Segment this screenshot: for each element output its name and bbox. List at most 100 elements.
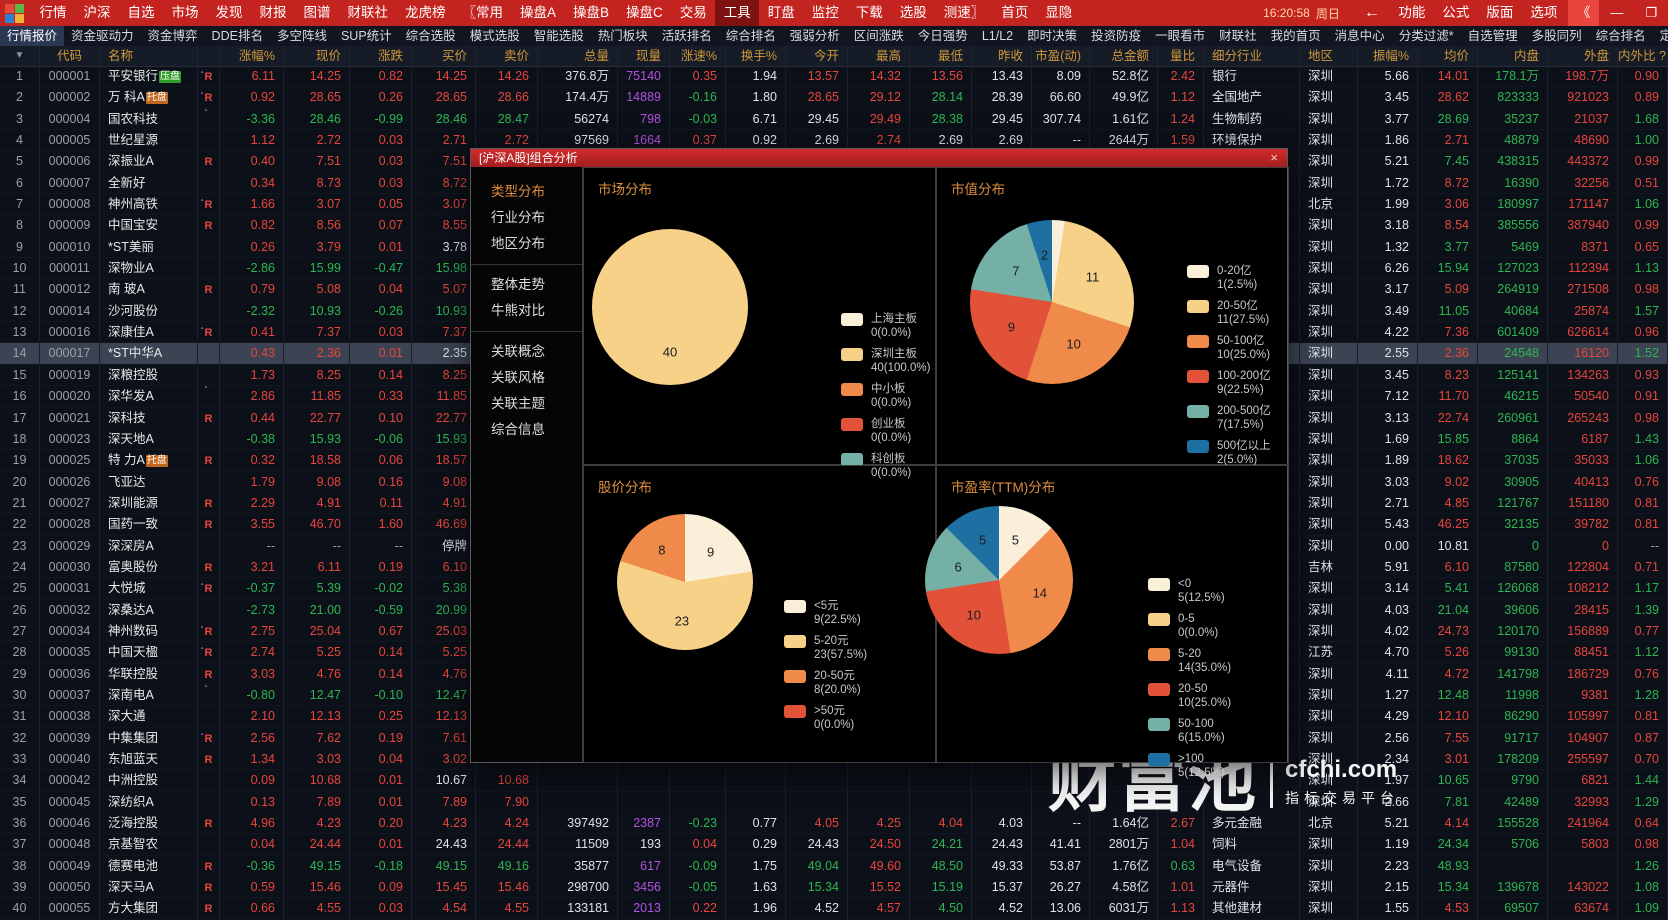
table-row[interactable]: 1 000001 平安银行 压盘 R · 6.11 14.25 0.82 14.25 14.26 37…: [0, 66, 1668, 88]
close-icon[interactable]: ×: [1261, 149, 1287, 167]
table-row[interactable]: 34 000042 中洲控股 0.09 10.68 0.01 10.67 10.68 深圳 1.9…: [0, 770, 1668, 792]
toolbar-item-资金博弈[interactable]: 资金博弈: [141, 26, 205, 46]
menu-item-工具[interactable]: 工具: [715, 0, 760, 26]
menu-item-〖常用[interactable]: 〖常用: [454, 0, 512, 26]
column-header[interactable]: 最低: [910, 46, 972, 66]
column-header[interactable]: 最高: [848, 46, 910, 66]
toolbar-item-活跃排名[interactable]: 活跃排名: [655, 26, 719, 46]
column-header[interactable]: 现价: [284, 46, 350, 66]
toolbar-item-行情报价[interactable]: 行情报价: [0, 26, 65, 46]
menu-item-财报[interactable]: 财报: [251, 0, 295, 26]
menu-item-市场[interactable]: 市场: [163, 0, 207, 26]
column-header[interactable]: 涨幅%: [220, 46, 284, 66]
toolbar-item-即时决策[interactable]: 即时决策: [1020, 26, 1084, 46]
menu-item-发现[interactable]: 发现: [207, 0, 251, 26]
menu-item-公式[interactable]: 公式: [1434, 0, 1478, 26]
column-header[interactable]: 名称: [100, 46, 198, 66]
modal-nav-地区分布[interactable]: 地区分布: [471, 231, 582, 257]
table-row[interactable]: 38 000049 德赛电池 R -0.36 49.15 -0.18 49.15 49.16 35…: [0, 855, 1668, 878]
menu-item-首页[interactable]: 首页: [993, 0, 1037, 26]
column-header[interactable]: 地区: [1300, 46, 1358, 66]
column-header[interactable]: 代码: [40, 46, 100, 66]
menu-item-测速〗[interactable]: 测速〗: [935, 0, 993, 26]
table-row[interactable]: 35 000045 深纺织A 0.13 7.89 0.01 7.89 7.90 深圳 2.66 7.…: [0, 791, 1668, 814]
toolbar-item-智能选股[interactable]: 智能选股: [527, 26, 591, 46]
menu-item-选项[interactable]: 选项: [1522, 0, 1566, 26]
column-header[interactable]: 内外比 ?: [1618, 46, 1668, 66]
dialog-title-bar[interactable]: [沪深A股]组合分析 ×: [471, 149, 1287, 167]
toolbar-item-强弱分析[interactable]: 强弱分析: [783, 26, 847, 46]
menu-item-操盘A[interactable]: 操盘A: [512, 0, 565, 26]
column-header[interactable]: 总金额: [1090, 46, 1158, 66]
toolbar-item-财联社[interactable]: 财联社: [1212, 26, 1264, 46]
toolbar-item-SUP统计[interactable]: SUP统计: [334, 26, 399, 46]
modal-nav-关联主题[interactable]: 关联主题: [471, 391, 582, 417]
column-header[interactable]: 细分行业: [1204, 46, 1300, 66]
minimize-icon[interactable]: —: [1599, 5, 1634, 21]
menu-item-操盘B[interactable]: 操盘B: [565, 0, 618, 26]
column-header[interactable]: [198, 46, 220, 66]
column-header[interactable]: 总量: [538, 46, 618, 66]
column-header[interactable]: 买价: [412, 46, 476, 66]
column-header[interactable]: 卖价: [476, 46, 538, 66]
modal-nav-整体走势[interactable]: 整体走势: [471, 272, 582, 298]
toolbar-item-自选管理[interactable]: 自选管理: [1461, 26, 1525, 46]
menu-item-选股[interactable]: 选股: [891, 0, 935, 26]
column-header[interactable]: 量比: [1158, 46, 1204, 66]
menu-item-沪深[interactable]: 沪深: [75, 0, 119, 26]
column-header[interactable]: 今开: [786, 46, 848, 66]
menu-item-行情[interactable]: 行情: [31, 0, 75, 26]
menu-item-下载[interactable]: 下载: [847, 0, 891, 26]
collapse-button[interactable]: 《: [1567, 0, 1600, 26]
toolbar-item-模式选股[interactable]: 模式选股: [463, 26, 527, 46]
table-row[interactable]: 36 000046 泛海控股 R 4.96 4.23 0.20 4.23 4.24 397492 2…: [0, 813, 1668, 835]
menu-item-盯盘[interactable]: 盯盘: [759, 0, 803, 26]
menu-item-交易[interactable]: 交易: [671, 0, 715, 26]
column-header[interactable]: ▼: [0, 46, 40, 66]
modal-nav-关联概念[interactable]: 关联概念: [471, 339, 582, 365]
toolbar-item-我的首页[interactable]: 我的首页: [1264, 26, 1328, 46]
column-header[interactable]: 换手%: [726, 46, 786, 66]
toolbar-item-定制版面[interactable]: 定制版面: [1653, 26, 1668, 46]
modal-nav-关联风格[interactable]: 关联风格: [471, 365, 582, 391]
toolbar-item-一眼看市[interactable]: 一眼看市: [1148, 26, 1212, 46]
toolbar-item-消息中心[interactable]: 消息中心: [1328, 26, 1392, 46]
toolbar-item-热门板块[interactable]: 热门板块: [591, 26, 655, 46]
menu-item-龙虎榜[interactable]: 龙虎榜: [397, 0, 455, 26]
column-header[interactable]: 内盘: [1478, 46, 1548, 66]
column-header[interactable]: 外盘: [1548, 46, 1618, 66]
toolbar-item-今日强势[interactable]: 今日强势: [911, 26, 975, 46]
modal-nav-牛熊对比[interactable]: 牛熊对比: [471, 298, 582, 324]
toolbar-item-资金驱动力[interactable]: 资金驱动力: [64, 26, 141, 46]
toolbar-item-DDE排名[interactable]: DDE排名: [205, 26, 270, 46]
toolbar-item-多空阵线[interactable]: 多空阵线: [270, 26, 334, 46]
column-header[interactable]: 振幅%: [1358, 46, 1418, 66]
column-header[interactable]: 昨收: [972, 46, 1032, 66]
table-row[interactable]: 2 000002 万 科A 托盘 R · 0.92 28.65 0.26 28.65 28.66 17…: [0, 87, 1668, 109]
menu-item-功能[interactable]: 功能: [1390, 0, 1434, 26]
modal-nav-综合信息[interactable]: 综合信息: [471, 417, 582, 443]
table-row[interactable]: 3 000004 国农科技 · -3.36 28.46 -0.99 28.46 28.47 562…: [0, 108, 1668, 131]
column-header[interactable]: 涨速%: [670, 46, 726, 66]
toolbar-item-综合排名[interactable]: 综合排名: [719, 26, 783, 46]
table-row[interactable]: 39 000050 深天马A R 0.59 15.46 0.09 15.45 15.46 2987…: [0, 877, 1668, 899]
toolbar-item-分类过滤*[interactable]: 分类过滤*: [1392, 26, 1461, 46]
table-row[interactable]: 40 000055 方大集团 R 0.66 4.55 0.03 4.54 4.55 133181 2…: [0, 898, 1668, 920]
toolbar-item-综合选股[interactable]: 综合选股: [399, 26, 463, 46]
menu-item-操盘C[interactable]: 操盘C: [618, 0, 672, 26]
menu-item-图谱[interactable]: 图谱: [295, 0, 339, 26]
column-header[interactable]: 市盈(动): [1032, 46, 1090, 66]
toolbar-item-综合排名[interactable]: 综合排名: [1589, 26, 1653, 46]
modal-nav-类型分布[interactable]: 类型分布: [471, 179, 582, 205]
menu-item-财联社[interactable]: 财联社: [339, 0, 397, 26]
column-header[interactable]: 涨跌: [350, 46, 412, 66]
toolbar-item-L1/L2[interactable]: L1/L2: [975, 26, 1020, 46]
modal-nav-行业分布[interactable]: 行业分布: [471, 205, 582, 231]
column-header[interactable]: 均价: [1418, 46, 1478, 66]
toolbar-item-多股同列[interactable]: 多股同列: [1525, 26, 1589, 46]
menu-item-版面[interactable]: 版面: [1478, 0, 1522, 26]
menu-item-自选[interactable]: 自选: [119, 0, 163, 26]
toolbar-item-投资防疫[interactable]: 投资防疫: [1084, 26, 1148, 46]
back-arrow-icon[interactable]: ←: [1354, 4, 1390, 22]
restore-icon[interactable]: ❐: [1634, 5, 1668, 21]
